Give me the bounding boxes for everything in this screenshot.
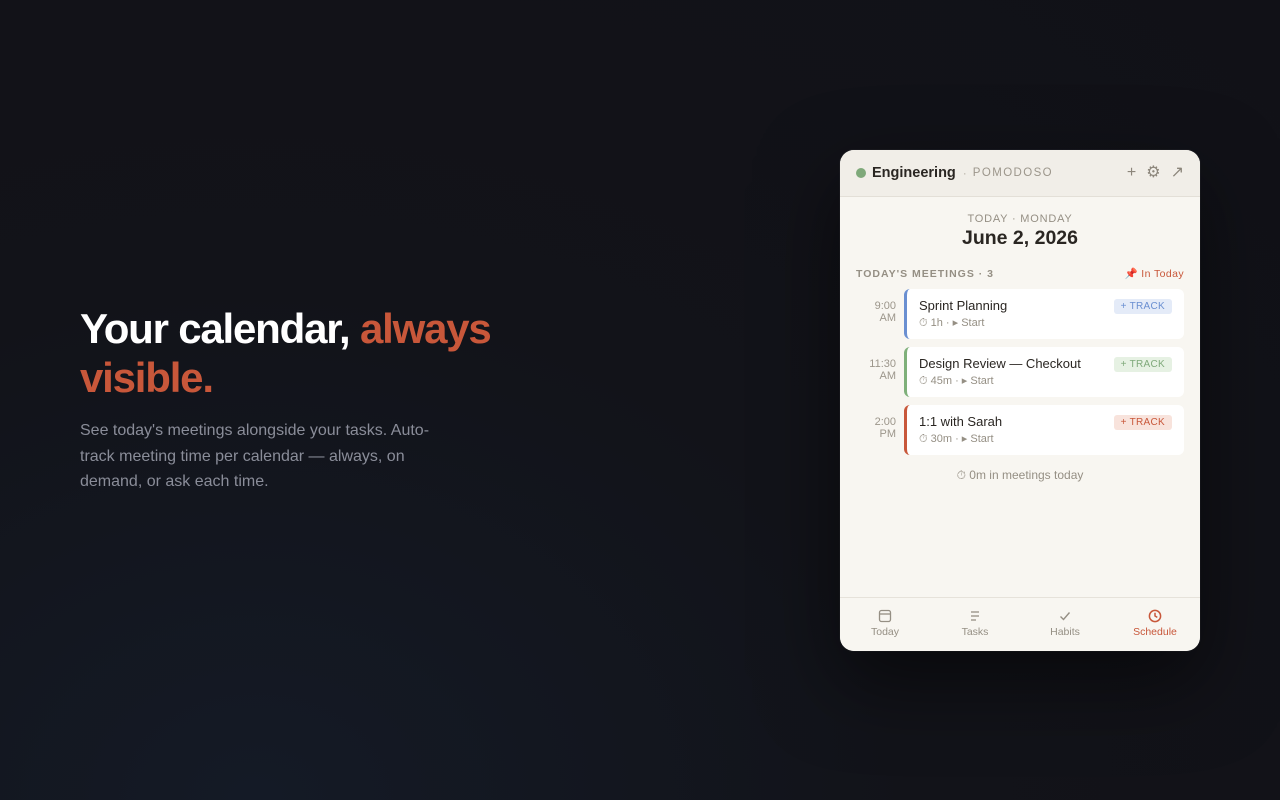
brand-name: POMODOSO (972, 167, 1054, 179)
meetings-list: 9:00 AM Sprint Planning ⏱ 1h · ▸ Start +… (840, 289, 1200, 455)
bottom-nav: Today Tasks Habits Schedule (840, 597, 1200, 651)
calendar-icon (878, 609, 892, 623)
meeting-card[interactable]: 1:1 with Sarah ⏱ 30m · ▸ Start + TRACK (904, 405, 1184, 455)
hero-section: Your calendar, always visible. See today… (80, 304, 550, 495)
track-button[interactable]: + TRACK (1113, 357, 1172, 372)
hero-headline-main: Your calendar, (80, 305, 351, 352)
nav-label: Today (870, 626, 900, 638)
nav-label: Tasks (961, 626, 989, 638)
nav-item-habits[interactable]: Habits (1020, 598, 1110, 651)
schedule-widget: Engineering · POMODOSO + ⚙ ↗ TODAY · MON… (840, 150, 1200, 651)
track-button[interactable]: + TRACK (1113, 299, 1172, 314)
pin-in-today-link[interactable]: 📌 In Today (1125, 267, 1185, 280)
meeting-time-ampm: AM (879, 370, 897, 382)
check-icon (1058, 609, 1072, 623)
calendar-name[interactable]: Engineering (872, 165, 956, 181)
meetings-summary: ⏱ 0m in meetings today (956, 468, 1084, 482)
meeting-time: 2:00 PM (856, 405, 904, 455)
meeting-time-ampm: AM (879, 312, 897, 324)
nav-item-today[interactable]: Today (840, 598, 930, 651)
calendar-status-dot (856, 168, 866, 178)
header-separator: · (962, 166, 967, 180)
hero-description: See today's meetings alongside your task… (80, 422, 430, 490)
track-button[interactable]: + TRACK (1113, 415, 1172, 430)
nav-label: Habits (1050, 626, 1080, 638)
meeting-time-ampm: PM (879, 428, 897, 440)
popout-icon[interactable]: ↗ (1171, 165, 1184, 181)
meeting-time-hour: 11:30 (869, 358, 896, 370)
meetings-section-label: TODAY'S MEETINGS · 3 (856, 267, 995, 280)
list-icon (968, 609, 982, 623)
add-icon[interactable]: + (1127, 165, 1136, 181)
meeting-meta[interactable]: ⏱ 1h · ▸ Start (919, 316, 1172, 330)
header-actions: + ⚙ ↗ (1127, 165, 1184, 181)
meeting-time: 9:00 AM (856, 289, 904, 339)
clock-icon (1148, 609, 1162, 623)
nav-item-schedule[interactable]: Schedule (1110, 598, 1200, 651)
gear-icon[interactable]: ⚙ (1146, 165, 1160, 181)
widget-header: Engineering · POMODOSO + ⚙ ↗ (840, 150, 1200, 197)
meeting-row: 2:00 PM 1:1 with Sarah ⏱ 30m · ▸ Start +… (856, 405, 1184, 455)
meeting-meta[interactable]: ⏱ 45m · ▸ Start (919, 374, 1172, 388)
meetings-section-header: TODAY'S MEETINGS · 3 📌 In Today (840, 267, 1200, 281)
meeting-card[interactable]: Design Review — Checkout ⏱ 45m · ▸ Start… (904, 347, 1184, 397)
date-title: June 2, 2026 (962, 227, 1078, 249)
nav-item-tasks[interactable]: Tasks (930, 598, 1020, 651)
meeting-time-hour: 2:00 (874, 416, 896, 428)
meeting-row: 11:30 AM Design Review — Checkout ⏱ 45m … (856, 347, 1184, 397)
meeting-time: 11:30 AM (856, 347, 904, 397)
meeting-time-hour: 9:00 (874, 300, 896, 312)
meeting-meta[interactable]: ⏱ 30m · ▸ Start (919, 432, 1172, 446)
date-block: TODAY · MONDAY June 2, 2026 (840, 213, 1200, 250)
hero-headline: Your calendar, always visible. (80, 304, 550, 402)
nav-label: Schedule (1133, 626, 1177, 638)
meeting-card[interactable]: Sprint Planning ⏱ 1h · ▸ Start + TRACK (904, 289, 1184, 339)
meeting-row: 9:00 AM Sprint Planning ⏱ 1h · ▸ Start +… (856, 289, 1184, 339)
date-eyebrow: TODAY · MONDAY (967, 213, 1073, 225)
